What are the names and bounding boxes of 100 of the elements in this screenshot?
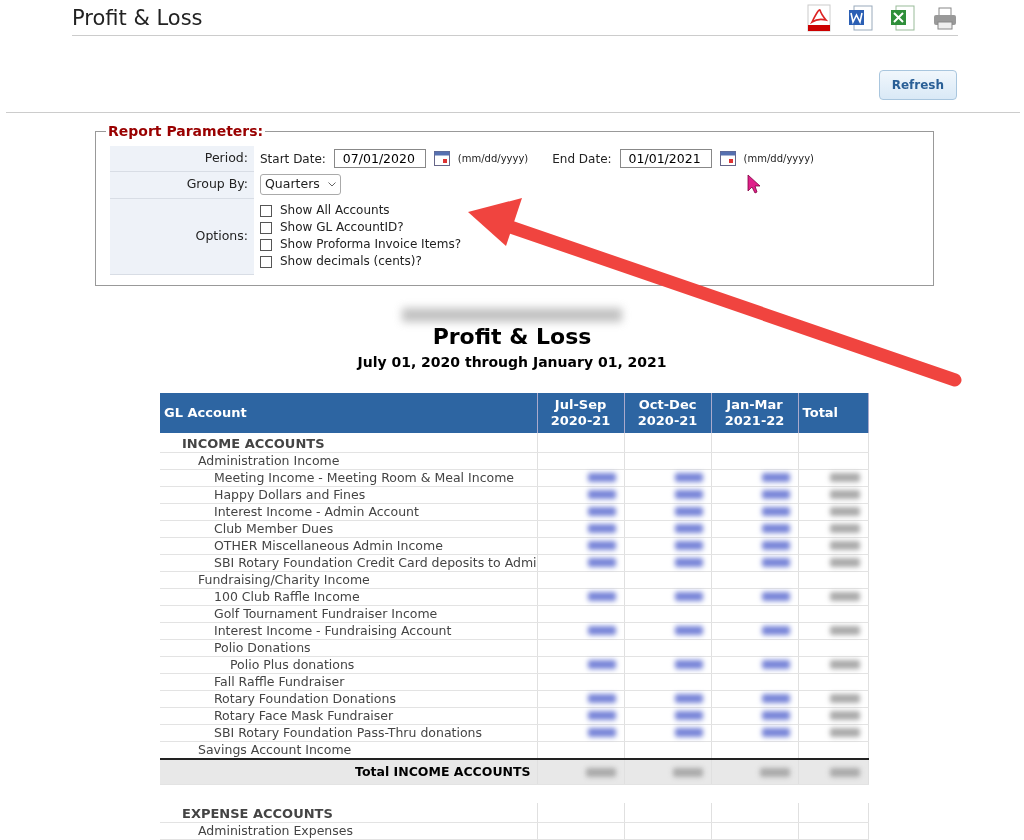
calendar-icon[interactable] xyxy=(433,151,450,167)
account-name: SBI Rotary Foundation Pass-Thru donations xyxy=(214,724,482,740)
blurred-amount xyxy=(830,541,860,551)
account-name: Rotary Face Mask Fundraiser xyxy=(214,707,394,723)
date-field[interactable]: 07/01/2020 xyxy=(333,149,426,169)
checkbox[interactable] xyxy=(260,221,272,234)
group-by-dropdown[interactable]: Quarters xyxy=(260,174,341,195)
total-label: Total INCOME ACCOUNTS xyxy=(355,764,531,780)
field-label: Options: xyxy=(110,198,254,274)
field-label: Period: xyxy=(110,146,254,172)
blurred-amount xyxy=(830,767,860,777)
blurred-amount xyxy=(830,490,860,500)
account-name: Fall Raffle Fundraiser xyxy=(214,673,345,689)
report-date-range: July 01, 2020 through January 01, 2021 xyxy=(355,352,668,372)
account-name: 100 Club Raffle Income xyxy=(214,588,360,604)
word-document-icon[interactable] xyxy=(848,4,874,32)
blurred-amount xyxy=(674,507,703,517)
blurred-amount xyxy=(674,660,703,670)
blurred-amount xyxy=(587,660,616,670)
blurred-amount xyxy=(761,473,790,483)
blurred-amount xyxy=(674,541,703,551)
account-name: Administration Expenses xyxy=(198,822,353,838)
blurred-amount xyxy=(674,558,703,568)
blurred-amount xyxy=(761,558,790,568)
blurred-amount xyxy=(761,524,790,534)
account-name: Happy Dollars and Fines xyxy=(214,486,366,502)
field-label: Group By: xyxy=(110,171,254,198)
section-heading: INCOME ACCOUNTS xyxy=(182,435,325,451)
blurred-amount xyxy=(761,660,790,670)
spreadsheet-icon[interactable] xyxy=(890,4,916,32)
account-name: Fundraising/Charity Income xyxy=(198,571,370,587)
refresh-button[interactable]: Refresh xyxy=(878,70,957,100)
account-name: SBI Rotary Foundation Credit Card deposits to Admi xyxy=(214,554,537,570)
checkbox[interactable] xyxy=(260,204,272,217)
account-name: Rotary Foundation Donations xyxy=(214,690,396,706)
blurred-amount xyxy=(761,626,790,636)
blurred-amount xyxy=(587,694,616,704)
column-header: Oct-Dec 2020-21 xyxy=(624,392,712,433)
blurred-amount xyxy=(674,694,703,704)
blurred-amount xyxy=(587,626,616,636)
blurred-amount xyxy=(830,694,860,704)
blurred-amount xyxy=(587,711,616,721)
account-name: Savings Account Income xyxy=(198,741,352,757)
column-header: Jul-Sep 2020-21 xyxy=(537,392,625,433)
blurred-amount xyxy=(830,660,860,670)
field-label: End Date: xyxy=(552,150,612,168)
printer-icon[interactable] xyxy=(932,4,958,32)
column-header: Total xyxy=(798,392,869,433)
blurred-amount xyxy=(759,767,790,777)
account-name: Administration Income xyxy=(198,452,340,468)
blurred-amount xyxy=(587,473,616,483)
format-hint: (mm/dd/yyyy) xyxy=(457,152,529,167)
account-name: Club Member Dues xyxy=(214,520,334,536)
report-title: Profit & Loss xyxy=(431,323,593,350)
format-hint: (mm/dd/yyyy) xyxy=(743,152,814,167)
blurred-amount xyxy=(830,473,860,483)
blurred-amount xyxy=(674,728,703,738)
page-title: Profit & Loss xyxy=(72,5,203,32)
caret-icon xyxy=(327,182,336,188)
blurred-amount xyxy=(674,592,703,602)
blurred-amount xyxy=(761,694,790,704)
account-name: Golf Tournament Fundraiser Income xyxy=(214,605,438,621)
blurred-amount xyxy=(672,767,703,777)
column-header: GL Account xyxy=(160,392,538,433)
blurred-amount xyxy=(674,490,703,500)
blurred-amount xyxy=(761,728,790,738)
blurred-amount xyxy=(674,711,703,721)
account-name: OTHER Miscellaneous Admin Income xyxy=(214,537,443,553)
blurred-amount xyxy=(587,490,616,500)
blurred-amount xyxy=(761,541,790,551)
checkbox-label: Show Proforma Invoice Items? xyxy=(280,236,462,253)
date-field[interactable]: 01/01/2021 xyxy=(619,149,712,169)
account-name: Polio Plus donations xyxy=(230,656,355,672)
checkbox[interactable] xyxy=(260,255,272,268)
blurred-amount xyxy=(587,507,616,517)
blurred-amount xyxy=(830,728,860,738)
blurred-amount xyxy=(830,558,860,568)
checkbox-label: Show All Accounts xyxy=(280,202,390,219)
blurred-amount xyxy=(830,592,860,602)
account-name: Meeting Income - Meeting Room & Meal Income xyxy=(214,469,515,485)
blurred-amount xyxy=(587,728,616,738)
blurred-amount xyxy=(830,626,860,636)
field-label: Start Date: xyxy=(260,150,326,168)
mouse-pointer-icon xyxy=(747,174,761,194)
blurred-amount xyxy=(830,507,860,517)
blurred-amount xyxy=(761,711,790,721)
account-name: Interest Income - Admin Account xyxy=(214,503,419,519)
section-heading: EXPENSE ACCOUNTS xyxy=(182,805,333,821)
checkbox[interactable] xyxy=(260,238,272,251)
blurred-amount xyxy=(761,507,790,517)
calendar-icon[interactable] xyxy=(719,151,736,167)
checkbox-label: Show decimals (cents)? xyxy=(280,253,422,270)
blurred-amount xyxy=(587,558,616,568)
blurred-amount xyxy=(830,524,860,534)
pdf-icon[interactable] xyxy=(806,4,832,32)
blurred-amount xyxy=(674,473,703,483)
blurred-amount xyxy=(587,541,616,551)
checkbox-label: Show GL AccountID? xyxy=(280,219,404,236)
blurred-amount xyxy=(761,592,790,602)
account-name: Interest Income - Fundraising Account xyxy=(214,622,452,638)
